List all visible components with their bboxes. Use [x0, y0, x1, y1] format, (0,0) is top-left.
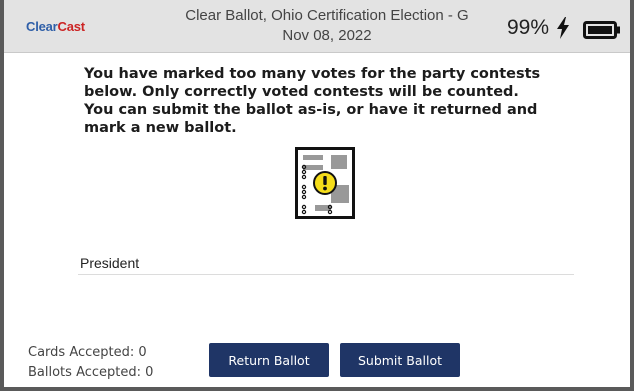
contest-label: President: [80, 255, 140, 271]
battery-percent: 99%: [507, 16, 550, 39]
battery-full-icon: [583, 21, 620, 39]
header-bar: ClearCast Clear Ballot, Ohio Certificati…: [4, 0, 630, 53]
brand-logo: ClearCast: [26, 19, 85, 34]
submit-ballot-button[interactable]: Submit Ballot: [340, 343, 460, 377]
submit-options-text: You can submit the ballot as-is, or have…: [84, 102, 538, 136]
election-title-line1: Clear Ballot, Ohio Certification Electio…: [185, 7, 469, 24]
brand-logo-clear: Clear: [26, 19, 58, 34]
overvote-warning-message: You have marked too many votes for the p…: [84, 65, 584, 137]
ballot-warning-icon: [295, 147, 355, 219]
ballot-stats: Cards Accepted: 0 Ballots Accepted: 0: [28, 343, 153, 383]
cards-accepted: Cards Accepted: 0: [28, 345, 147, 360]
election-date: Nov 08, 2022: [282, 27, 372, 44]
election-title: Clear Ballot, Ohio Certification Electio…: [184, 6, 470, 46]
ballots-accepted: Ballots Accepted: 0: [28, 365, 154, 380]
return-ballot-button[interactable]: Return Ballot: [209, 343, 329, 377]
contest-divider: [78, 274, 574, 275]
screen-frame: ClearCast Clear Ballot, Ohio Certificati…: [0, 0, 634, 391]
brand-logo-cast: Cast: [57, 19, 86, 34]
lightning-bolt-icon: [557, 17, 569, 39]
overvote-warning-text: You have marked too many votes for the p…: [84, 66, 541, 100]
